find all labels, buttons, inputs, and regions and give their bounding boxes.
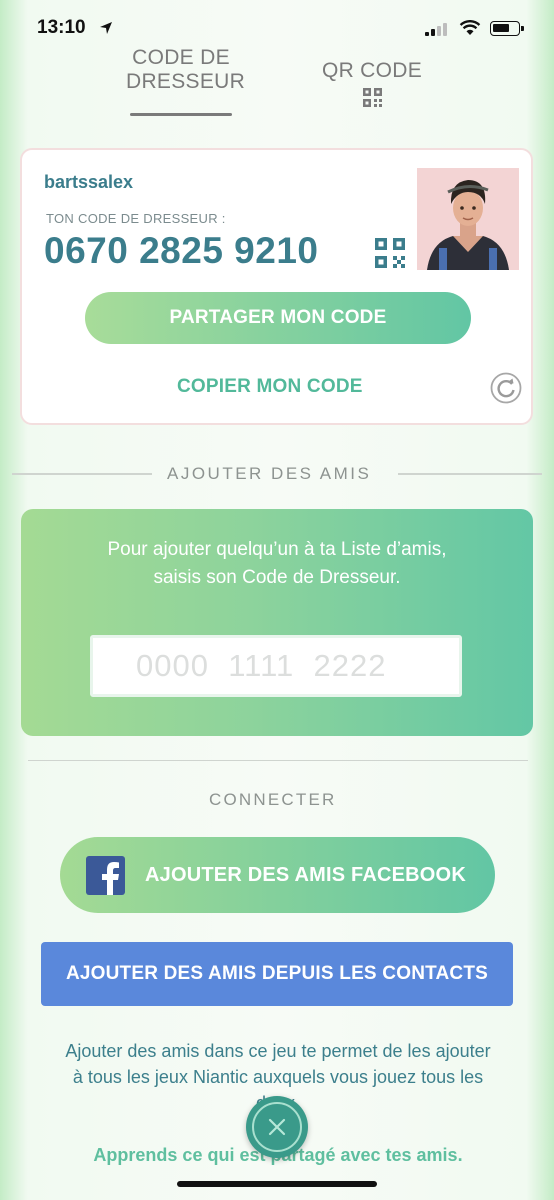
tab-selected-underline bbox=[130, 113, 232, 116]
facebook-icon bbox=[86, 856, 125, 895]
add-friend-instruction: Pour ajouter quelqu’un à ta Liste d’amis… bbox=[107, 539, 447, 588]
trainer-avatar-image bbox=[417, 168, 519, 270]
status-time: 13:10 bbox=[37, 17, 86, 38]
section-divider bbox=[28, 760, 528, 761]
trainer-avatar bbox=[417, 168, 519, 270]
qr-code-icon[interactable] bbox=[375, 238, 405, 268]
add-facebook-friends-button[interactable]: AJOUTER DES AMIS FACEBOOK bbox=[60, 837, 495, 913]
close-button[interactable] bbox=[246, 1096, 308, 1158]
tab-trainer-code-line2: DRESSEUR bbox=[126, 70, 246, 93]
home-indicator bbox=[177, 1181, 377, 1187]
location-arrow-icon bbox=[100, 22, 112, 34]
qr-code-icon bbox=[362, 88, 382, 107]
username: bartssalex bbox=[44, 172, 134, 192]
trainer-code-caption: TON CODE DE DRESSEUR : bbox=[46, 211, 226, 226]
facebook-button-label: AJOUTER DES AMIS FACEBOOK bbox=[145, 864, 466, 886]
share-code-button[interactable]: PARTAGER MON CODE bbox=[85, 292, 471, 344]
refresh-icon[interactable] bbox=[490, 372, 522, 404]
status-bar: 13:10 bbox=[0, 0, 554, 60]
section-divider-right bbox=[398, 473, 542, 475]
copy-code-button[interactable]: COPIER MON CODE bbox=[177, 376, 363, 398]
add-friend-panel: Pour ajouter quelqu’un à ta Liste d’amis… bbox=[21, 509, 533, 736]
section-divider-left bbox=[12, 473, 152, 475]
close-icon bbox=[268, 1118, 286, 1136]
tab-qr-code[interactable]: QR CODE bbox=[312, 59, 432, 107]
connect-section-title: CONNECTER bbox=[209, 790, 337, 809]
tab-trainer-code[interactable]: CODE DE DRESSEUR bbox=[126, 46, 246, 116]
wifi-icon bbox=[459, 20, 481, 35]
tab-trainer-code-line1: CODE DE bbox=[132, 46, 230, 69]
battery-icon bbox=[490, 21, 524, 36]
trainer-code-card: bartssalex TON CODE DE DRESSEUR : 0670 2… bbox=[20, 148, 533, 425]
signal-icon bbox=[425, 22, 447, 36]
trainer-code-value: 0670 2825 9210 bbox=[44, 230, 319, 271]
tab-qr-code-label: QR CODE bbox=[321, 59, 423, 82]
add-contacts-friends-button[interactable]: AJOUTER DES AMIS DEPUIS LES CONTACTS bbox=[41, 942, 513, 1006]
trainer-code-input[interactable] bbox=[90, 635, 462, 697]
add-friends-section-title: AJOUTER DES AMIS bbox=[167, 464, 372, 483]
